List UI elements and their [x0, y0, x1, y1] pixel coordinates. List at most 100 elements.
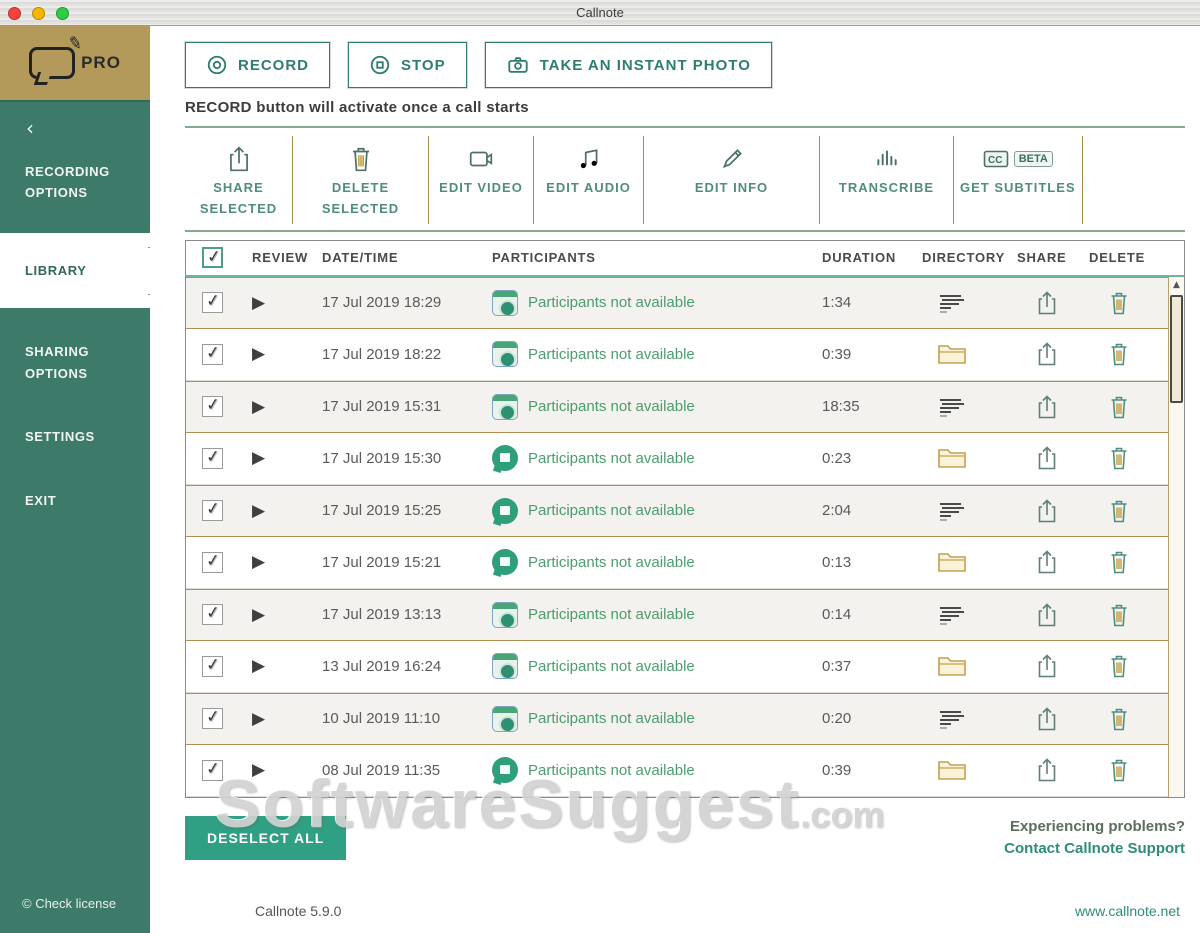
action-button[interactable]: DELETE SELECTED — [293, 136, 429, 224]
play-icon[interactable]: ▶ — [252, 760, 322, 780]
play-icon[interactable]: ▶ — [252, 397, 322, 417]
directory-button[interactable] — [922, 758, 982, 782]
row-duration: 2:04 — [822, 502, 852, 520]
row-checkbox[interactable] — [202, 708, 223, 730]
action-button[interactable]: EDIT INFO — [644, 136, 820, 224]
delete-button[interactable] — [1089, 341, 1149, 367]
play-icon[interactable]: ▶ — [252, 552, 322, 572]
action-label: EDIT INFO — [694, 180, 769, 195]
scrollbar-thumb[interactable] — [1170, 294, 1183, 403]
trash-icon — [1107, 653, 1131, 679]
row-checkbox[interactable] — [202, 500, 223, 522]
table-row: ▶ 17 Jul 2019 15:31 Participants not ava… — [186, 380, 1184, 433]
share-button[interactable] — [1017, 498, 1077, 524]
sidebar-item-label: EXIT — [25, 492, 57, 508]
share-button[interactable] — [1017, 757, 1077, 783]
check-license-link[interactable]: © Check license — [0, 896, 150, 933]
directory-button[interactable] — [922, 499, 982, 523]
contact-support-link[interactable]: Contact Callnote Support — [1004, 838, 1185, 861]
app-logo: PRO — [0, 26, 150, 102]
row-checkbox[interactable] — [202, 396, 223, 418]
directory-button[interactable] — [922, 707, 982, 731]
row-datetime: 17 Jul 2019 18:29 — [322, 294, 442, 312]
row-checkbox[interactable] — [202, 343, 223, 365]
delete-button[interactable] — [1089, 549, 1149, 575]
row-checkbox[interactable] — [202, 447, 223, 469]
row-datetime: 17 Jul 2019 15:30 — [322, 449, 442, 467]
row-checkbox[interactable] — [202, 551, 223, 573]
delete-button[interactable] — [1089, 757, 1149, 783]
share-button[interactable] — [1017, 341, 1077, 367]
share-button[interactable] — [1017, 290, 1077, 316]
delete-button[interactable] — [1089, 706, 1149, 732]
share-button[interactable] — [1017, 602, 1077, 628]
directory-button[interactable] — [922, 395, 982, 419]
sidebar-item[interactable]: LIBRARY — [0, 232, 165, 309]
row-checkbox[interactable] — [202, 292, 223, 314]
cc-icon — [983, 145, 1009, 173]
col-datetime: DATE/TIME — [322, 250, 399, 266]
sidebar-item[interactable]: RECORDING OPTIONS — [0, 148, 150, 217]
scroll-up-arrow[interactable]: ▲ — [1169, 277, 1184, 293]
sidebar-item[interactable]: SHARING OPTIONS — [0, 328, 150, 397]
share-button[interactable] — [1017, 394, 1077, 420]
instant-photo-button[interactable]: TAKE AN INSTANT PHOTO — [484, 42, 772, 88]
select-all-checkbox[interactable] — [202, 247, 223, 269]
play-icon[interactable]: ▶ — [252, 605, 322, 625]
delete-button[interactable] — [1089, 498, 1149, 524]
close-button[interactable] — [8, 7, 21, 20]
row-duration: 0:39 — [822, 345, 852, 363]
music-icon — [576, 145, 602, 173]
row-checkbox[interactable] — [202, 759, 223, 781]
action-button[interactable]: EDIT AUDIO — [534, 136, 644, 224]
action-button[interactable]: BETA GET SUBTITLES — [954, 136, 1083, 224]
table-scrollbar[interactable]: ▲ — [1168, 276, 1184, 797]
titlebar: Callnote — [0, 0, 1200, 26]
row-checkbox[interactable] — [202, 604, 223, 626]
play-icon[interactable]: ▶ — [252, 293, 322, 313]
table-row: ▶ 17 Jul 2019 13:13 Participants not ava… — [186, 588, 1184, 641]
action-button[interactable]: SHARE SELECTED — [185, 136, 293, 224]
share-icon — [1035, 549, 1059, 575]
play-icon[interactable]: ▶ — [252, 448, 322, 468]
play-icon[interactable]: ▶ — [252, 501, 322, 521]
collapse-sidebar-button[interactable]: ‹ — [0, 102, 150, 148]
record-button[interactable]: RECORD — [185, 42, 331, 88]
participant-app-icon — [492, 705, 518, 732]
deselect-all-button[interactable]: DESELECT ALL — [185, 815, 347, 860]
participants-text: Participants not available — [528, 657, 695, 675]
directory-button[interactable] — [922, 342, 982, 366]
share-button[interactable] — [1017, 549, 1077, 575]
play-icon[interactable]: ▶ — [252, 656, 322, 676]
row-datetime: 10 Jul 2019 11:10 — [322, 710, 441, 728]
share-button[interactable] — [1017, 445, 1077, 471]
delete-button[interactable] — [1089, 653, 1149, 679]
zoom-button[interactable] — [56, 7, 69, 20]
directory-button[interactable] — [922, 603, 982, 627]
delete-button[interactable] — [1089, 290, 1149, 316]
row-checkbox[interactable] — [202, 655, 223, 677]
delete-button[interactable] — [1089, 394, 1149, 420]
action-button[interactable]: EDIT VIDEO — [429, 136, 534, 224]
directory-button[interactable] — [922, 550, 982, 574]
play-icon[interactable]: ▶ — [252, 709, 322, 729]
trash-icon — [1107, 549, 1131, 575]
website-link[interactable]: www.callnote.net — [1075, 903, 1180, 919]
directory-button[interactable] — [922, 446, 982, 470]
row-datetime: 17 Jul 2019 13:13 — [322, 606, 442, 624]
sidebar-item[interactable]: SETTINGS — [0, 413, 150, 460]
directory-button[interactable] — [922, 291, 982, 315]
minimize-button[interactable] — [32, 7, 45, 20]
trash-icon — [1107, 602, 1131, 628]
action-button[interactable]: TRANSCRIBE — [820, 136, 954, 224]
delete-button[interactable] — [1089, 445, 1149, 471]
play-icon[interactable]: ▶ — [252, 344, 322, 364]
share-button[interactable] — [1017, 653, 1077, 679]
sidebar-item[interactable]: EXIT — [0, 477, 150, 524]
stop-button[interactable]: STOP — [348, 42, 467, 88]
delete-button[interactable] — [1089, 602, 1149, 628]
share-button[interactable] — [1017, 706, 1077, 732]
folder-lines-icon — [937, 395, 967, 419]
directory-button[interactable] — [922, 654, 982, 678]
participant-app-icon — [492, 289, 518, 316]
